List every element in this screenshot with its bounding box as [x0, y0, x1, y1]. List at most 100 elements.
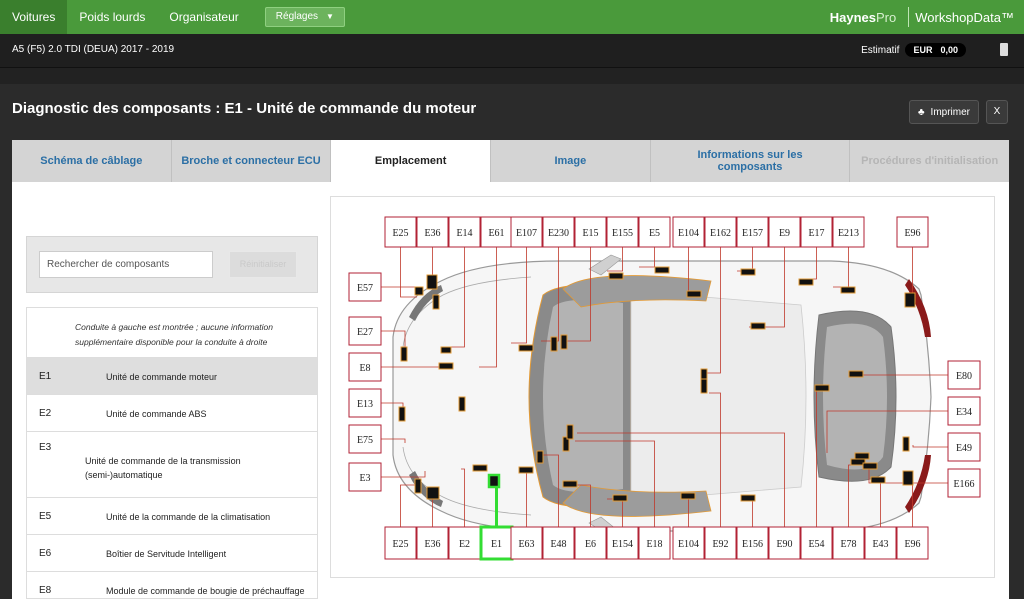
label-top-E155[interactable]: E155 [606, 216, 639, 248]
trash-icon[interactable] [1000, 43, 1008, 56]
list-item[interactable]: E1 Unité de commande moteur [27, 357, 317, 394]
print-button[interactable]: ♣ Imprimer [909, 100, 979, 124]
component-marker[interactable] [400, 346, 408, 362]
label-bottom-E154[interactable]: E154 [606, 526, 639, 560]
component-marker[interactable] [560, 334, 568, 350]
component-marker[interactable] [432, 294, 440, 310]
component-marker[interactable] [566, 424, 574, 440]
component-marker[interactable] [902, 436, 910, 452]
label-top-E14[interactable]: E14 [448, 216, 481, 248]
component-marker[interactable] [814, 384, 830, 392]
label-bottom-E104[interactable]: E104 [672, 526, 705, 560]
label-right-E34[interactable]: E34 [947, 396, 981, 426]
label-bottom-E90[interactable]: E90 [768, 526, 801, 560]
label-bottom-E18[interactable]: E18 [638, 526, 671, 560]
component-marker[interactable] [458, 396, 466, 412]
label-top-E230[interactable]: E230 [542, 216, 575, 248]
tab-informations-composants[interactable]: Informations sur les composants [650, 140, 851, 182]
component-marker[interactable] [680, 492, 696, 500]
nav-tab-voitures[interactable]: Voitures [0, 0, 68, 34]
label-top-E17[interactable]: E17 [800, 216, 833, 248]
component-marker[interactable] [740, 268, 756, 276]
label-top-E15[interactable]: E15 [574, 216, 607, 248]
component-marker[interactable] [414, 286, 424, 296]
component-marker[interactable] [426, 486, 440, 500]
tab-image[interactable]: Image [491, 140, 651, 182]
component-marker[interactable] [848, 370, 864, 378]
label-top-E9[interactable]: E9 [768, 216, 801, 248]
label-top-E162[interactable]: E162 [704, 216, 737, 248]
component-marker[interactable] [904, 292, 916, 308]
component-marker[interactable] [740, 494, 756, 502]
list-item[interactable]: E3 Unité de commande de la transmission … [27, 431, 317, 497]
component-marker[interactable] [750, 322, 766, 330]
component-marker[interactable] [902, 470, 914, 486]
estimate-pill[interactable]: EUR 0,00 [905, 43, 966, 57]
search-input[interactable]: Rechercher de composants [39, 251, 213, 278]
tab-schema-cablage[interactable]: Schéma de câblage [12, 140, 172, 182]
component-marker[interactable] [686, 290, 702, 298]
nav-tab-poids-lourds[interactable]: Poids lourds [67, 0, 157, 34]
component-marker[interactable] [398, 406, 406, 422]
label-right-E80[interactable]: E80 [947, 360, 981, 390]
label-right-E49[interactable]: E49 [947, 432, 981, 462]
label-bottom-E2[interactable]: E2 [448, 526, 481, 560]
close-button[interactable]: X [986, 100, 1008, 124]
label-top-E61[interactable]: E61 [480, 216, 513, 248]
label-left-E8[interactable]: E8 [348, 352, 382, 382]
component-marker[interactable] [862, 462, 878, 470]
label-bottom-E78[interactable]: E78 [832, 526, 865, 560]
label-top-E107[interactable]: E107 [510, 216, 543, 248]
label-left-E13[interactable]: E13 [348, 388, 382, 418]
estimate[interactable]: Estimatif EUR 0,00 [861, 43, 966, 57]
component-marker[interactable] [798, 278, 814, 286]
component-marker[interactable] [426, 274, 438, 290]
tab-emplacement[interactable]: Emplacement [331, 140, 492, 182]
label-bottom-E36[interactable]: E36 [416, 526, 449, 560]
label-right-E166[interactable]: E166 [947, 468, 981, 498]
component-marker[interactable] [550, 336, 558, 352]
settings-dropdown[interactable]: Réglages ▼ [264, 7, 345, 27]
label-left-E75[interactable]: E75 [348, 424, 382, 454]
label-top-E213[interactable]: E213 [832, 216, 865, 248]
label-bottom-E92[interactable]: E92 [704, 526, 737, 560]
component-marker[interactable] [472, 464, 488, 472]
component-marker[interactable] [518, 344, 534, 352]
tab-broche-connecteur[interactable]: Broche et connecteur ECU [171, 140, 332, 182]
component-marker[interactable] [536, 450, 544, 464]
label-bottom-E1[interactable]: E1 [479, 525, 514, 561]
component-marker[interactable] [700, 378, 708, 394]
label-bottom-E156[interactable]: E156 [736, 526, 769, 560]
label-bottom-E54[interactable]: E54 [800, 526, 833, 560]
label-bottom-E6[interactable]: E6 [574, 526, 607, 560]
component-marker[interactable] [612, 494, 628, 502]
label-bottom-E96[interactable]: E96 [896, 526, 929, 560]
component-marker[interactable] [440, 346, 452, 354]
label-top-E5[interactable]: E5 [638, 216, 671, 248]
label-bottom-E43[interactable]: E43 [864, 526, 897, 560]
label-left-E57[interactable]: E57 [348, 272, 382, 302]
component-marker[interactable] [840, 286, 856, 294]
label-top-E157[interactable]: E157 [736, 216, 769, 248]
list-item[interactable]: E6 Boîtier de Servitude Intelligent [27, 534, 317, 571]
nav-tab-organisateur[interactable]: Organisateur [157, 0, 250, 34]
list-item[interactable]: E2 Unité de commande ABS [27, 394, 317, 431]
component-marker[interactable] [518, 466, 534, 474]
component-marker[interactable] [414, 478, 422, 494]
label-bottom-E48[interactable]: E48 [542, 526, 575, 560]
list-item[interactable]: E5 Unité de la commande de la climatisat… [27, 497, 317, 534]
component-marker[interactable] [438, 362, 454, 370]
component-marker[interactable] [870, 476, 886, 484]
label-top-E25[interactable]: E25 [384, 216, 417, 248]
list-item[interactable]: E8 Module de commande de bougie de préch… [27, 571, 317, 598]
label-top-E104[interactable]: E104 [672, 216, 705, 248]
label-left-E3[interactable]: E3 [348, 462, 382, 492]
component-marker[interactable] [608, 272, 624, 280]
label-left-E27[interactable]: E27 [348, 316, 382, 346]
component-marker[interactable] [562, 480, 578, 488]
component-marker[interactable] [854, 452, 870, 460]
component-marker[interactable] [487, 473, 501, 489]
label-top-E36[interactable]: E36 [416, 216, 449, 248]
label-bottom-E25[interactable]: E25 [384, 526, 417, 560]
label-top-E96[interactable]: E96 [896, 216, 929, 248]
